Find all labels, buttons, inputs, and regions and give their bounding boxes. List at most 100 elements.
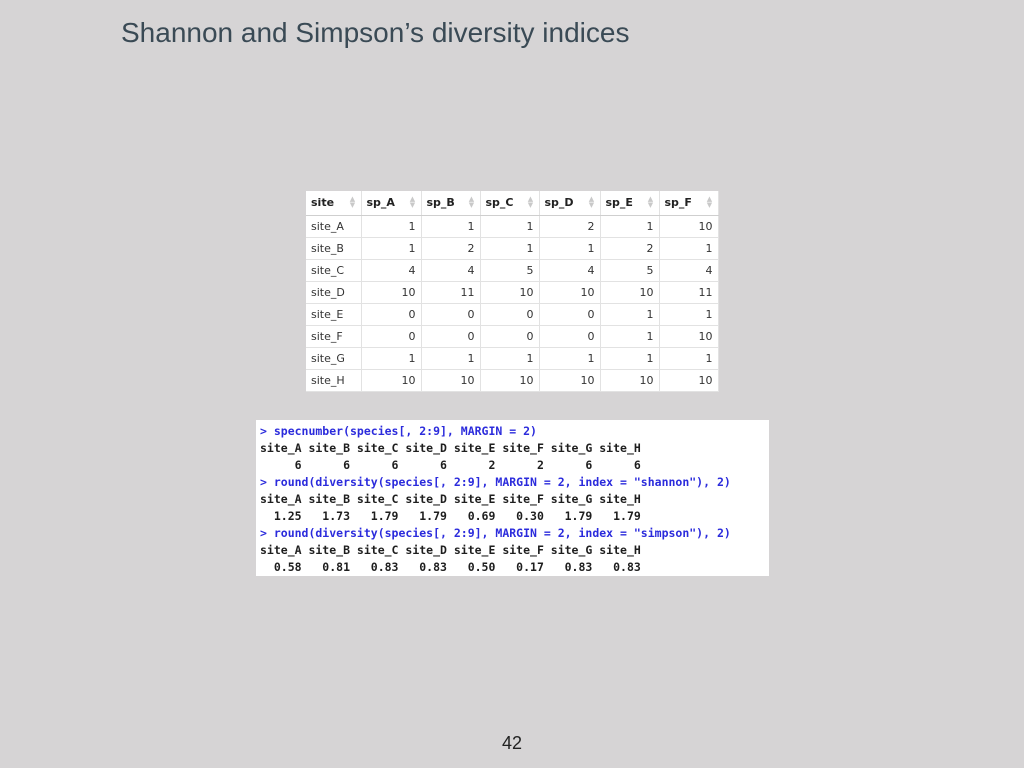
table-body: site_A 1 1 1 2 1 10 site_B 1 2 1 1 2 1 site_C 4 4 5 4 5 4 sit… — [306, 215, 719, 392]
count-cell: 0 — [539, 303, 601, 326]
count-cell: 1 — [361, 215, 422, 238]
column-header-label: sp_E — [605, 196, 633, 210]
site-cell: site_D — [306, 281, 362, 304]
count-cell: 10 — [539, 369, 601, 392]
column-header-label: site — [311, 196, 335, 210]
table-row: site_D 10 11 10 10 10 11 — [306, 281, 719, 304]
count-cell: 0 — [361, 325, 422, 348]
count-cell: 0 — [480, 303, 540, 326]
console-command-line: > round(diversity(species[, 2:9], MARGIN… — [260, 526, 731, 540]
table-row: site_B 1 2 1 1 2 1 — [306, 237, 719, 260]
count-cell: 10 — [480, 281, 540, 304]
count-cell: 10 — [600, 369, 660, 392]
column-header-sp-b[interactable]: sp_B ▲ ▼ — [421, 191, 481, 216]
count-cell: 5 — [600, 259, 660, 282]
sort-arrows-icon[interactable]: ▲ ▼ — [707, 196, 713, 209]
count-cell: 4 — [421, 259, 481, 282]
column-header-label: sp_D — [544, 196, 574, 210]
sort-arrows-icon[interactable]: ▲ ▼ — [589, 196, 595, 209]
count-cell: 1 — [659, 303, 719, 326]
r-console-output: > specnumber(species[, 2:9], MARGIN = 2)… — [256, 420, 769, 576]
table-row: site_E 0 0 0 0 1 1 — [306, 303, 719, 326]
sort-arrows-icon[interactable]: ▲ ▼ — [410, 196, 416, 209]
site-cell: site_B — [306, 237, 362, 260]
column-header-sp-a[interactable]: sp_A ▲ ▼ — [361, 191, 422, 216]
table-row: site_F 0 0 0 0 1 10 — [306, 325, 719, 348]
console-command-line: > round(diversity(species[, 2:9], MARGIN… — [260, 475, 731, 489]
table-row: site_C 4 4 5 4 5 4 — [306, 259, 719, 282]
site-cell: site_G — [306, 347, 362, 370]
species-table: site ▲ ▼ sp_A ▲ ▼ sp_B ▲ ▼ sp_C ▲ ▼ sp_D ▲ ▼ sp_E ▲ ▼ sp_F… — [306, 191, 719, 392]
column-header-sp-d[interactable]: sp_D ▲ ▼ — [539, 191, 601, 216]
table-header-row: site ▲ ▼ sp_A ▲ ▼ sp_B ▲ ▼ sp_C ▲ ▼ sp_D ▲ ▼ sp_E ▲ ▼ sp_F… — [306, 191, 719, 216]
column-header-label: sp_C — [485, 196, 514, 210]
count-cell: 1 — [539, 347, 601, 370]
count-cell: 0 — [421, 325, 481, 348]
column-header-label: sp_F — [664, 196, 692, 210]
count-cell: 0 — [421, 303, 481, 326]
count-cell: 4 — [659, 259, 719, 282]
column-header-sp-e[interactable]: sp_E ▲ ▼ — [600, 191, 660, 216]
count-cell: 10 — [659, 325, 719, 348]
count-cell: 1 — [480, 215, 540, 238]
console-command-line: > specnumber(species[, 2:9], MARGIN = 2) — [260, 424, 537, 438]
column-header-site[interactable]: site ▲ ▼ — [306, 191, 362, 216]
count-cell: 1 — [421, 347, 481, 370]
count-cell: 10 — [539, 281, 601, 304]
count-cell: 4 — [539, 259, 601, 282]
site-cell: site_H — [306, 369, 362, 392]
count-cell: 1 — [480, 237, 540, 260]
console-output-line: site_A site_B site_C site_D site_E site_… — [260, 441, 641, 455]
count-cell: 2 — [421, 237, 481, 260]
site-cell: site_A — [306, 215, 362, 238]
site-cell: site_E — [306, 303, 362, 326]
column-header-sp-c[interactable]: sp_C ▲ ▼ — [480, 191, 540, 216]
count-cell: 1 — [659, 347, 719, 370]
count-cell: 10 — [421, 369, 481, 392]
count-cell: 11 — [659, 281, 719, 304]
count-cell: 1 — [361, 347, 422, 370]
table-row: site_G 1 1 1 1 1 1 — [306, 347, 719, 370]
sort-arrows-icon[interactable]: ▲ ▼ — [469, 196, 475, 209]
console-output-line: 6 6 6 6 2 2 6 6 — [260, 458, 641, 472]
count-cell: 10 — [361, 281, 422, 304]
count-cell: 10 — [659, 215, 719, 238]
page-number: 42 — [501, 733, 523, 753]
count-cell: 0 — [539, 325, 601, 348]
console-output-line: site_A site_B site_C site_D site_E site_… — [260, 543, 641, 557]
column-header-label: sp_A — [366, 196, 395, 210]
console-output-line: site_A site_B site_C site_D site_E site_… — [260, 492, 641, 506]
column-header-label: sp_B — [426, 196, 455, 210]
count-cell: 0 — [361, 303, 422, 326]
species-data-table: site ▲ ▼ sp_A ▲ ▼ sp_B ▲ ▼ sp_C ▲ ▼ sp_D ▲ ▼ sp_E ▲ ▼ sp_F… — [306, 191, 719, 392]
count-cell: 10 — [361, 369, 422, 392]
count-cell: 11 — [421, 281, 481, 304]
count-cell: 1 — [600, 215, 660, 238]
count-cell: 1 — [600, 347, 660, 370]
sort-arrows-icon[interactable]: ▲ ▼ — [350, 196, 356, 209]
console-output-line: 1.25 1.73 1.79 1.79 0.69 0.30 1.79 1.79 — [260, 509, 641, 523]
table-row: site_H 10 10 10 10 10 10 — [306, 369, 719, 392]
count-cell: 2 — [539, 215, 601, 238]
count-cell: 2 — [600, 237, 660, 260]
count-cell: 1 — [361, 237, 422, 260]
count-cell: 4 — [361, 259, 422, 282]
slide-title: Shannon and Simpson’s diversity indices — [121, 17, 630, 48]
count-cell: 5 — [480, 259, 540, 282]
site-cell: site_F — [306, 325, 362, 348]
count-cell: 10 — [600, 281, 660, 304]
count-cell: 1 — [539, 237, 601, 260]
sort-arrows-icon[interactable]: ▲ ▼ — [528, 196, 534, 209]
count-cell: 1 — [600, 325, 660, 348]
sort-arrows-icon[interactable]: ▲ ▼ — [648, 196, 654, 209]
count-cell: 1 — [480, 347, 540, 370]
count-cell: 1 — [659, 237, 719, 260]
site-cell: site_C — [306, 259, 362, 282]
table-row: site_A 1 1 1 2 1 10 — [306, 215, 719, 238]
count-cell: 1 — [600, 303, 660, 326]
count-cell: 1 — [421, 215, 481, 238]
count-cell: 10 — [659, 369, 719, 392]
console-output-line: 0.58 0.81 0.83 0.83 0.50 0.17 0.83 0.83 — [260, 560, 641, 574]
count-cell: 10 — [480, 369, 540, 392]
column-header-sp-f[interactable]: sp_F ▲ ▼ — [659, 191, 719, 216]
